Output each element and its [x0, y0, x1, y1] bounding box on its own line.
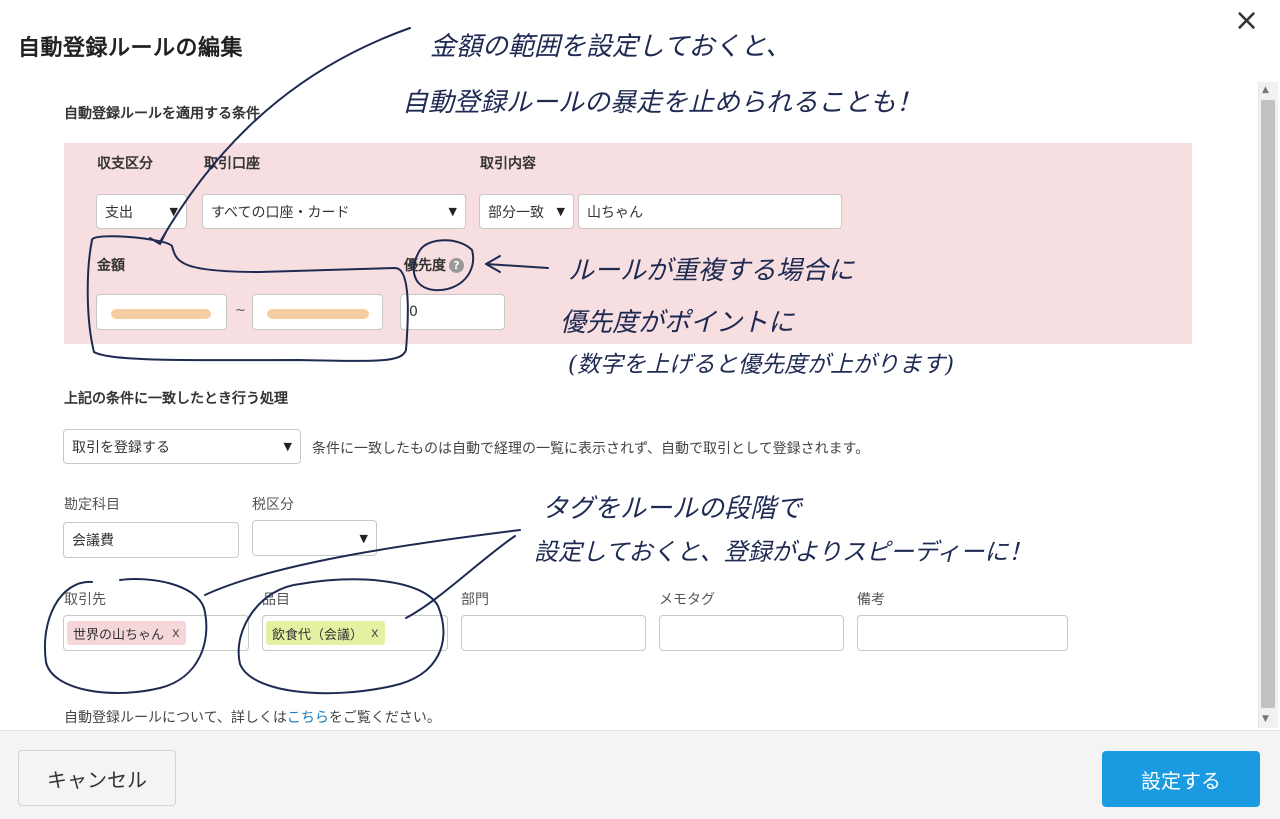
priority-value: 0: [409, 304, 418, 320]
scrollbar-thumb[interactable]: [1261, 100, 1275, 708]
dropdown-arrow-icon: ▼: [556, 205, 565, 218]
cancel-button[interactable]: キャンセル: [18, 750, 176, 806]
dropdown-arrow-icon: ▼: [283, 440, 292, 453]
partner-input[interactable]: 世界の山ちゃん x: [63, 615, 249, 651]
action-description: 条件に一致したものは自動で経理の一覧に表示されず、自動で取引として登録されます。: [312, 441, 870, 457]
help-link[interactable]: こちら: [287, 710, 329, 726]
scroll-down-icon[interactable]: ▼: [1262, 714, 1269, 724]
action-heading: 上記の条件に一致したとき行う処理: [64, 391, 288, 407]
account-item-label: 勘定科目: [64, 497, 120, 513]
remove-tag-icon[interactable]: x: [172, 626, 180, 641]
close-icon[interactable]: ×: [1234, 4, 1259, 38]
priority-label-text: 優先度: [404, 258, 446, 274]
partner-label: 取引先: [64, 592, 106, 608]
help-text-prefix: 自動登録ルールについて、詳しくは: [64, 710, 287, 726]
tax-category-select[interactable]: ▼: [252, 520, 377, 556]
memo-tag-label: メモタグ: [659, 592, 715, 608]
action-select[interactable]: 取引を登録する ▼: [63, 429, 301, 464]
annotation-note-range-2: 自動登録ルールの暴走を止められることも！: [402, 88, 923, 118]
remove-tag-icon[interactable]: x: [371, 626, 379, 641]
priority-label: 優先度?: [404, 255, 464, 275]
annotation-note-tags-2: 設定しておくと、登録がよりスピーディーに！: [534, 538, 1033, 566]
amount-label: 金額: [97, 258, 125, 274]
help-text: 自動登録ルールについて、詳しくはこちらをご覧ください。: [64, 707, 441, 727]
department-label: 部門: [461, 592, 489, 608]
action-value: 取引を登録する: [72, 439, 170, 456]
content-value: 山ちゃん: [587, 204, 643, 221]
priority-input[interactable]: 0: [400, 294, 505, 330]
account-select[interactable]: すべての口座・カード ▼: [202, 194, 466, 229]
memo-tag-input[interactable]: [659, 615, 844, 651]
amount-min-input[interactable]: [96, 294, 227, 330]
submit-button[interactable]: 設定する: [1102, 751, 1260, 807]
account-value: すべての口座・カード: [211, 204, 350, 221]
annotation-note-priority-2: 優先度がポイントに: [560, 308, 795, 338]
match-type-value: 部分一致: [488, 204, 544, 221]
income-type-select[interactable]: 支出 ▼: [96, 194, 187, 229]
annotation-note-tags-1: タグをルールの段階で: [542, 494, 803, 524]
income-type-value: 支出: [105, 204, 133, 221]
item-label: 品目: [262, 592, 290, 608]
amount-separator: ~: [235, 303, 246, 318]
item-tag: 飲食代（会議） x: [266, 621, 385, 645]
help-icon[interactable]: ?: [449, 258, 464, 273]
redaction-mark: [267, 309, 369, 319]
content-label: 取引内容: [480, 156, 536, 172]
account-item-value: 会議費: [72, 533, 114, 549]
remarks-input[interactable]: [857, 615, 1068, 651]
account-item-input[interactable]: 会議費: [63, 522, 239, 558]
annotation-note-priority-3: (数字を上げると優先度が上がります): [568, 352, 954, 378]
tax-category-label: 税区分: [252, 497, 294, 513]
dialog-title: 自動登録ルールの編集: [18, 36, 244, 61]
content-input[interactable]: 山ちゃん: [578, 194, 842, 229]
dropdown-arrow-icon: ▼: [169, 205, 178, 218]
partner-tag-text: 世界の山ちゃん: [73, 627, 165, 643]
match-type-select[interactable]: 部分一致 ▼: [479, 194, 574, 229]
income-type-label: 収支区分: [97, 156, 153, 172]
partner-tag: 世界の山ちゃん x: [67, 621, 186, 645]
item-tag-text: 飲食代（会議）: [272, 627, 364, 643]
item-input[interactable]: 飲食代（会議） x: [262, 615, 448, 651]
remarks-label: 備考: [857, 592, 885, 608]
department-input[interactable]: [461, 615, 646, 651]
redaction-mark: [111, 309, 211, 319]
dropdown-arrow-icon: ▼: [359, 531, 368, 545]
conditions-heading: 自動登録ルールを適用する条件: [64, 106, 260, 122]
annotation-note-priority-1: ルールが重複する場合に: [568, 256, 855, 286]
amount-max-input[interactable]: [252, 294, 383, 330]
help-text-suffix: をご覧ください。: [328, 710, 441, 726]
scroll-up-icon[interactable]: ▲: [1262, 85, 1269, 95]
dialog-footer: [0, 730, 1280, 819]
account-label: 取引口座: [204, 156, 260, 172]
annotation-note-range-1: 金額の範囲を設定しておくと、: [430, 32, 792, 62]
dropdown-arrow-icon: ▼: [448, 205, 457, 218]
